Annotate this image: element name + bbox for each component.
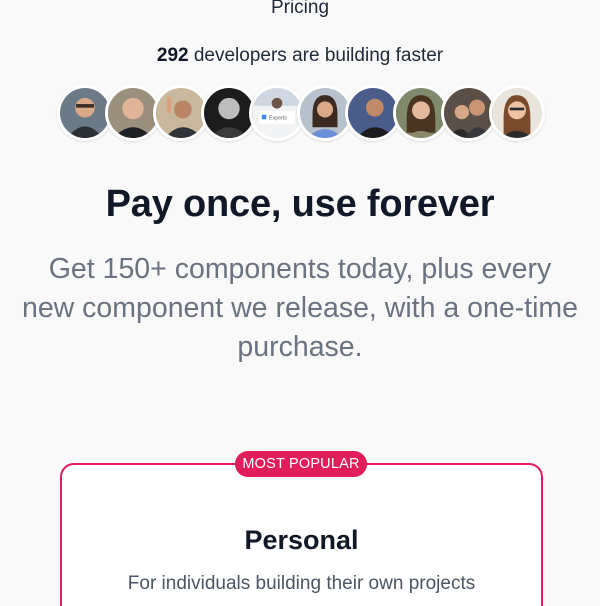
- pricing-headline: Pay once, use forever: [105, 183, 495, 225]
- most-popular-badge: MOST POPULAR: [235, 451, 367, 477]
- developer-avatar-10: [489, 85, 545, 141]
- plan-name: Personal: [244, 525, 359, 555]
- avatar-group: Experts: [57, 85, 547, 143]
- pricing-subheadline: Get 150+ components today, plus every ne…: [21, 253, 579, 363]
- developer-count: 292 developers are building faster: [0, 45, 600, 67]
- avatar-caption: Experts: [269, 115, 287, 121]
- pricing-page: Pricing 292 developers are building fast…: [0, 0, 600, 606]
- developer-count-number: 292: [156, 45, 189, 66]
- developer-count-text: developers are building faster: [188, 45, 444, 66]
- plan-description: For individuals building their own proje…: [127, 573, 476, 594]
- section-label: Pricing: [270, 0, 330, 18]
